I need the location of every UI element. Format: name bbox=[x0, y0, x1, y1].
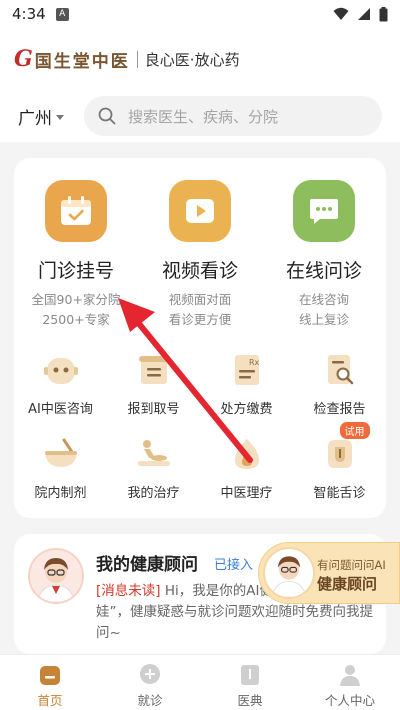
bottom-tab-bar: 首页 就诊 医典 个人中心 bbox=[0, 654, 400, 710]
service-label: 检查报告 bbox=[313, 402, 366, 417]
service-exam-report[interactable]: 检查报告 bbox=[293, 350, 386, 417]
service-label: 院内制剂 bbox=[34, 486, 87, 501]
search-placeholder: 搜索医生、疾病、分院 bbox=[128, 107, 279, 126]
tab-home[interactable]: 首页 bbox=[0, 655, 100, 710]
service-subtitle: 全国90+家分院 2500+专家 bbox=[14, 290, 138, 330]
report-search-icon bbox=[320, 350, 360, 390]
book-icon bbox=[238, 663, 262, 687]
ai-pill-caption: 有问题问问AI bbox=[317, 558, 386, 572]
brand-logo-mark: G bbox=[14, 46, 33, 72]
trial-badge: 试用 bbox=[339, 422, 370, 439]
ai-advisor-avatar bbox=[263, 547, 315, 599]
herb-bowl-icon bbox=[41, 434, 81, 474]
svg-text:Rx: Rx bbox=[249, 358, 260, 367]
tab-label: 医典 bbox=[237, 693, 263, 708]
tab-label: 就诊 bbox=[137, 693, 163, 708]
tab-profile[interactable]: 个人中心 bbox=[300, 655, 400, 710]
plus-chat-icon bbox=[138, 663, 162, 687]
ai-advisor-float-button[interactable]: 有问题问问AI 健康顾问 bbox=[258, 542, 400, 604]
service-outpatient-registration[interactable]: 门诊挂号 全国90+家分院 2500+专家 bbox=[14, 180, 138, 330]
service-subtitle: 视频面对面 看诊更方便 bbox=[138, 290, 262, 330]
user-icon bbox=[338, 663, 362, 687]
service-label: 报到取号 bbox=[127, 402, 180, 417]
tab-label: 个人中心 bbox=[324, 693, 375, 708]
ai-robot-icon bbox=[41, 350, 81, 390]
brand-header: G 国生堂中医 良心医·放心药 bbox=[0, 28, 400, 90]
service-smart-tongue-diagnosis[interactable]: 试用 智能舌诊 bbox=[293, 422, 386, 501]
service-prescription-payment[interactable]: Rx 处方缴费 bbox=[200, 350, 293, 417]
service-subtitle-line: 线上复诊 bbox=[298, 312, 349, 327]
brand-logo: 国生堂中医 bbox=[34, 51, 130, 72]
services-card: 门诊挂号 全国90+家分院 2500+专家 视频看诊 视频面对面 看诊更方便 在… bbox=[14, 158, 386, 518]
home-icon bbox=[38, 663, 62, 687]
service-subtitle: 在线咨询 线上复诊 bbox=[262, 290, 386, 330]
city-selector[interactable]: 广州 bbox=[18, 104, 64, 129]
video-play-icon bbox=[169, 180, 231, 242]
search-input[interactable]: 搜索医生、疾病、分院 bbox=[84, 96, 382, 136]
service-online-consultation[interactable]: 在线问诊 在线咨询 线上复诊 bbox=[262, 180, 386, 330]
service-subtitle-line: 全国90+家分院 bbox=[31, 292, 121, 307]
battery-icon bbox=[379, 6, 388, 21]
ticket-register-icon bbox=[134, 350, 174, 390]
massage-treatment-icon bbox=[134, 434, 174, 474]
wifi-icon bbox=[333, 7, 349, 20]
status-time: 4:34 bbox=[12, 5, 46, 23]
service-label: 我的治疗 bbox=[127, 486, 180, 501]
brand-slogan: 良心医·放心药 bbox=[144, 50, 240, 69]
tab-label: 首页 bbox=[37, 693, 63, 708]
service-subtitle-line: 看诊更方便 bbox=[168, 312, 232, 327]
service-subtitle-line: 在线咨询 bbox=[298, 292, 349, 307]
status-indicators bbox=[333, 6, 388, 22]
service-my-treatment[interactable]: 我的治疗 bbox=[107, 434, 200, 501]
unread-tag: [消息未读] bbox=[96, 583, 161, 599]
search-row: 广州 搜索医生、疾病、分院 bbox=[0, 90, 400, 142]
prescription-rx-icon: Rx bbox=[227, 350, 267, 390]
advisor-title: 我的健康顾问 bbox=[96, 555, 198, 575]
advisor-avatar bbox=[28, 548, 84, 604]
service-label: 智能舌诊 bbox=[313, 486, 366, 501]
service-label: 中医理疗 bbox=[220, 486, 273, 501]
service-label: 处方缴费 bbox=[220, 402, 273, 417]
service-title: 门诊挂号 bbox=[37, 260, 114, 282]
service-check-in[interactable]: 报到取号 bbox=[107, 350, 200, 417]
city-label: 广州 bbox=[18, 108, 52, 129]
service-hospital-preparations[interactable]: 院内制剂 bbox=[14, 434, 107, 501]
chevron-down-icon bbox=[56, 114, 64, 120]
service-title: 视频看诊 bbox=[161, 260, 238, 282]
service-tcm-physiotherapy[interactable]: 中医理疗 bbox=[200, 434, 293, 501]
brand-divider bbox=[136, 50, 138, 68]
notification-icon: A bbox=[55, 7, 69, 21]
tab-medical-canon[interactable]: 医典 bbox=[200, 655, 300, 710]
service-subtitle-line: 2500+专家 bbox=[42, 312, 110, 327]
service-title: 在线问诊 bbox=[285, 260, 362, 282]
signal-icon bbox=[358, 8, 370, 20]
tab-visit[interactable]: 就诊 bbox=[100, 655, 200, 710]
service-subtitle-line: 视频面对面 bbox=[168, 292, 232, 307]
search-icon bbox=[98, 107, 116, 125]
moxibustion-flame-icon bbox=[227, 434, 267, 474]
service-ai-tcm-consult[interactable]: AI中医咨询 bbox=[14, 350, 107, 417]
service-label: AI中医咨询 bbox=[28, 402, 93, 417]
ai-pill-title: 健康顾问 bbox=[317, 575, 378, 593]
service-video-consultation[interactable]: 视频看诊 视频面对面 看诊更方便 bbox=[138, 180, 262, 330]
chat-bubble-icon bbox=[293, 180, 355, 242]
status-bar: 4:34 A bbox=[0, 0, 400, 28]
advisor-status: 已接入 bbox=[214, 558, 254, 573]
calendar-check-icon bbox=[45, 180, 107, 242]
tongue-diagnosis-icon: 试用 bbox=[320, 422, 370, 474]
